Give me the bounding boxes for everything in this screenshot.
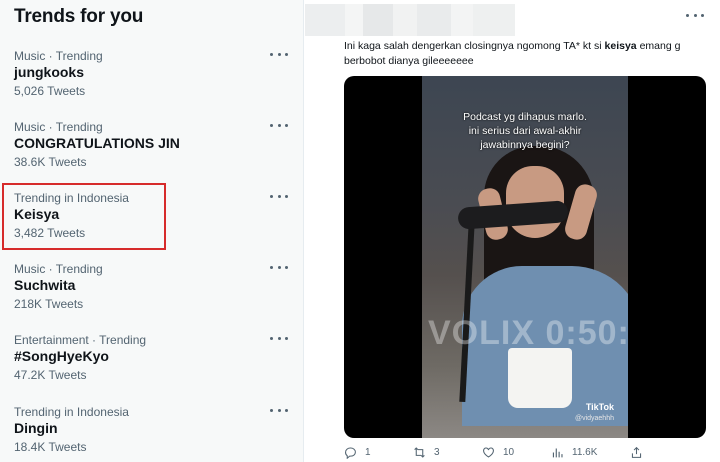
tweet-actions: 1 3 10 11.6K xyxy=(344,444,714,460)
like-icon xyxy=(483,447,494,458)
reply-button[interactable]: 1 xyxy=(344,444,371,460)
like-button[interactable]: 10 xyxy=(482,444,514,460)
more-icon[interactable] xyxy=(270,403,288,417)
more-icon[interactable] xyxy=(270,47,288,61)
trend-meta: Trending in Indonesia xyxy=(14,405,129,419)
tweet-card[interactable]: Ini kaga salah dengerkan closingnya ngom… xyxy=(305,0,720,462)
trend-name: jungkooks xyxy=(14,64,85,80)
tiktok-handle: @vidyaehhh xyxy=(574,415,614,422)
like-count: 10 xyxy=(503,446,515,458)
more-icon[interactable] xyxy=(270,189,288,203)
trend-item-songhyekyo[interactable]: Entertainment · Trending #SongHyeKyo 47.… xyxy=(0,333,304,403)
views-count: 11.6K xyxy=(572,446,598,458)
views-button[interactable]: 11.6K xyxy=(551,444,597,460)
views-icon xyxy=(552,447,563,457)
trend-count: 218K Tweets xyxy=(14,297,84,311)
mug xyxy=(508,348,572,408)
trend-name: Dingin xyxy=(14,420,58,436)
tweet-text-part: Ini kaga salah dengerkan closingnya ngom… xyxy=(344,40,605,52)
tweet-text-keyword: keisya xyxy=(604,40,637,52)
more-icon[interactable] xyxy=(270,260,288,274)
trend-count: 47.2K Tweets xyxy=(14,368,87,382)
caption-line: ini serius dari awal-akhir xyxy=(468,125,582,137)
video-frame: VOLIX 0:50:3.10 Podcast yg dihapus marlo… xyxy=(422,76,628,438)
trend-count: 18.4K Tweets xyxy=(14,440,87,454)
retweet-icon xyxy=(414,446,425,458)
more-icon[interactable] xyxy=(270,118,288,132)
trends-panel: Trends for you Music · Trending jungkook… xyxy=(0,0,304,462)
highlight-annotation-box xyxy=(2,183,166,250)
video-caption: Podcast yg dihapus marlo. ini serius dar… xyxy=(422,110,628,152)
share-button[interactable] xyxy=(630,444,643,460)
trend-item-congratulations-jin[interactable]: Music · Trending CONGRATULATIONS JIN 38.… xyxy=(0,120,304,190)
trends-title: Trends for you xyxy=(14,6,144,27)
tiktok-label: TikTok xyxy=(585,402,614,412)
trend-meta: Entertainment · Trending xyxy=(14,333,147,347)
trend-count: 5,026 Tweets xyxy=(14,84,86,98)
more-icon[interactable] xyxy=(270,331,288,345)
share-icon xyxy=(631,446,642,458)
trend-meta: Music · Trending xyxy=(14,262,103,276)
tiktok-watermark: TikTok @vidyaehhh xyxy=(575,402,614,424)
retweet-count: 3 xyxy=(434,446,440,458)
reply-count: 1 xyxy=(365,446,371,458)
trend-meta: Music · Trending xyxy=(14,49,103,63)
retweet-button[interactable]: 3 xyxy=(413,444,440,460)
trend-meta: Music · Trending xyxy=(14,120,103,134)
trend-name: Suchwita xyxy=(14,277,76,293)
trend-item-jungkooks[interactable]: Music · Trending jungkooks 5,026 Tweets xyxy=(0,49,304,119)
trend-name: #SongHyeKyo xyxy=(14,348,109,364)
tweet-video[interactable]: VOLIX 0:50:3.10 Podcast yg dihapus marlo… xyxy=(344,76,706,438)
trend-count: 38.6K Tweets xyxy=(14,155,87,169)
caption-line: jawabinnya begini? xyxy=(480,139,570,151)
more-icon[interactable] xyxy=(686,14,704,18)
reply-icon xyxy=(345,447,356,459)
trend-name: CONGRATULATIONS JIN xyxy=(14,135,180,151)
caption-line: Podcast yg dihapus marlo. xyxy=(463,111,587,123)
trend-item-suchwita[interactable]: Music · Trending Suchwita 218K Tweets xyxy=(0,262,304,332)
trend-item-dingin[interactable]: Trending in Indonesia Dingin 18.4K Tweet… xyxy=(0,405,304,462)
video-watermark: VOLIX 0:50:3.10 xyxy=(428,314,628,352)
blurred-user-header xyxy=(305,4,515,36)
tweet-text: Ini kaga salah dengerkan closingnya ngom… xyxy=(344,39,714,69)
